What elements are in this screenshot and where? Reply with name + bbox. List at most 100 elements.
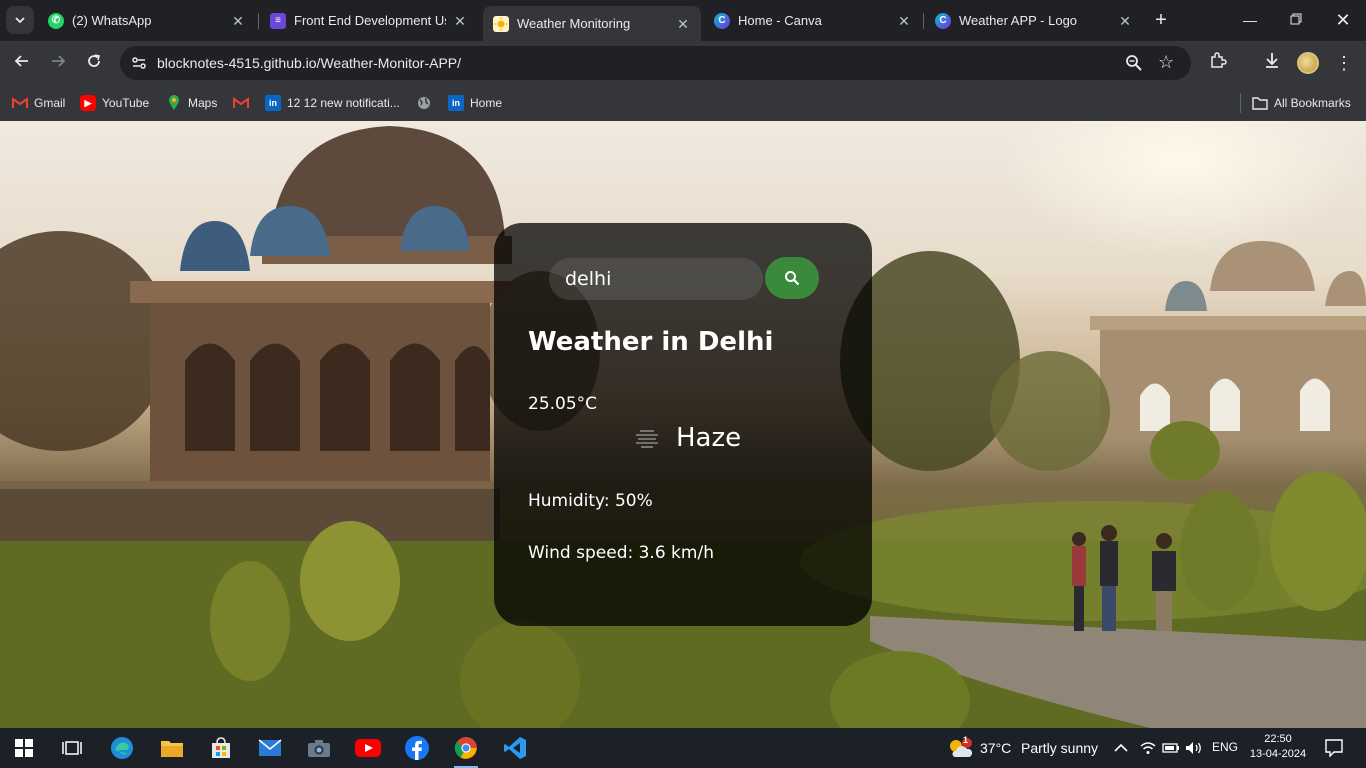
store-icon xyxy=(212,737,230,758)
facebook-app[interactable] xyxy=(403,734,431,762)
tab-weather-monitoring[interactable]: Weather Monitoring ✕ xyxy=(483,6,701,41)
tab-weather-logo[interactable]: C Weather APP - Logo ✕ xyxy=(925,6,1143,35)
weather-card: Weather in Delhi 25.05°C Haze Humidity: … xyxy=(494,223,872,626)
chevron-up-icon xyxy=(1114,743,1128,752)
extensions-icon[interactable] xyxy=(1206,51,1230,75)
chrome-app[interactable] xyxy=(452,734,480,768)
condition-row: Haze xyxy=(632,423,741,453)
bookmark-maps[interactable]: Maps xyxy=(166,93,217,113)
task-view-icon xyxy=(62,741,82,755)
download-icon[interactable] xyxy=(1260,51,1284,75)
task-view-button[interactable] xyxy=(58,734,86,762)
vscode-icon xyxy=(504,737,526,759)
camera-icon xyxy=(308,740,330,757)
menu-kebab-icon[interactable]: ⋮ xyxy=(1332,51,1356,75)
mail-icon xyxy=(258,739,282,756)
tab-search-button[interactable] xyxy=(6,6,34,34)
bookmark-gmail-2[interactable] xyxy=(233,93,255,113)
close-icon[interactable]: ✕ xyxy=(896,13,912,29)
weather-widget-text[interactable]: Partly sunny xyxy=(1021,740,1098,756)
globe-icon xyxy=(416,95,432,111)
close-icon[interactable]: ✕ xyxy=(1117,13,1133,29)
bookmark-youtube[interactable]: ▶ YouTube xyxy=(80,93,149,113)
partly-sunny-icon xyxy=(950,738,973,757)
vscode-app[interactable] xyxy=(501,734,529,762)
notification-icon xyxy=(1325,739,1343,757)
chevron-down-icon xyxy=(15,17,25,24)
search-button[interactable] xyxy=(765,257,819,299)
store-app[interactable] xyxy=(207,734,235,762)
windows-icon xyxy=(15,739,33,757)
whatsapp-icon: ✆ xyxy=(48,12,64,29)
bookmark-globe[interactable] xyxy=(416,93,438,113)
close-icon[interactable]: ✕ xyxy=(452,13,468,29)
wind-speed-value: Wind speed: 3.6 km/h xyxy=(528,543,714,563)
clock[interactable]: 22:50 13-04-2024 xyxy=(1248,732,1308,762)
bookmark-label: All Bookmarks xyxy=(1274,96,1351,110)
battery-button[interactable] xyxy=(1159,734,1183,762)
camera-app[interactable] xyxy=(305,734,333,762)
bookmarks-bar: Gmail ▶ YouTube Maps in 12 12 new notifi… xyxy=(0,85,1366,121)
tab-front-end[interactable]: ≡ Front End Development Using ✕ xyxy=(260,6,478,35)
tab-title: Weather APP - Logo xyxy=(959,13,1078,28)
chrome-icon xyxy=(454,737,477,759)
notification-center-button[interactable] xyxy=(1320,734,1348,762)
bookmark-label: Home xyxy=(470,96,503,110)
show-hidden-icons-button[interactable] xyxy=(1109,734,1133,762)
weather-widget-icon[interactable] xyxy=(946,734,974,762)
bookmark-gmail[interactable]: Gmail xyxy=(12,93,65,113)
youtube-app[interactable] xyxy=(354,734,382,762)
profile-avatar[interactable] xyxy=(1297,52,1319,74)
edge-app[interactable] xyxy=(108,734,136,762)
mail-app[interactable] xyxy=(256,734,284,762)
arrow-left-icon xyxy=(14,55,28,67)
restore-icon xyxy=(1290,13,1302,25)
weather-condition: Haze xyxy=(676,423,742,453)
restore-button[interactable] xyxy=(1286,10,1306,30)
address-bar[interactable]: blocknotes-4515.github.io/Weather-Monito… xyxy=(120,46,1191,80)
windows-taskbar: 1 37°C Partly sunny ENG 22:50 13-04-2024 xyxy=(0,728,1366,768)
zoom-icon[interactable] xyxy=(1125,54,1143,77)
youtube-icon xyxy=(355,739,381,757)
network-button[interactable] xyxy=(1136,734,1160,762)
volume-button[interactable] xyxy=(1182,734,1206,762)
city-search-input[interactable] xyxy=(565,266,755,292)
url-text[interactable]: blocknotes-4515.github.io/Weather-Monito… xyxy=(157,55,461,71)
reload-button[interactable] xyxy=(82,51,106,75)
forward-button[interactable] xyxy=(46,51,70,75)
reload-icon xyxy=(88,54,100,67)
close-icon[interactable]: ✕ xyxy=(675,16,691,32)
tab-whatsapp[interactable]: ✆ (2) WhatsApp ✕ xyxy=(38,6,256,35)
arrow-right-icon xyxy=(52,55,66,67)
tab-title: Home - Canva xyxy=(738,13,822,28)
site-settings-icon[interactable] xyxy=(130,54,148,72)
start-button[interactable] xyxy=(10,734,38,762)
canva-icon: C xyxy=(714,12,730,29)
bookmark-label: Maps xyxy=(188,96,218,110)
file-explorer-app[interactable] xyxy=(158,734,186,762)
bookmark-label: YouTube xyxy=(102,96,150,110)
bookmark-star-icon[interactable]: ☆ xyxy=(1158,52,1174,73)
new-tab-button[interactable]: + xyxy=(1150,9,1172,31)
bookmark-linkedin-home[interactable]: in Home xyxy=(448,93,502,113)
input-language[interactable]: ENG xyxy=(1212,740,1238,754)
gmail-icon xyxy=(233,95,249,111)
folder-icon xyxy=(161,741,183,757)
tab-strip: ✆ (2) WhatsApp ✕ ≡ Front End Development… xyxy=(0,0,1366,41)
window-close-button[interactable]: ✕ xyxy=(1333,10,1353,30)
bookmark-linkedin-notifications[interactable]: in 12 12 new notificati... xyxy=(265,93,400,113)
linkedin-icon: in xyxy=(265,95,281,111)
weather-notification-badge: 1 xyxy=(963,735,969,745)
tab-title: Weather Monitoring xyxy=(517,16,631,31)
close-icon[interactable]: ✕ xyxy=(230,13,246,29)
tab-canva-home[interactable]: C Home - Canva ✕ xyxy=(704,6,922,35)
speaker-icon xyxy=(1186,742,1201,754)
gmail-icon xyxy=(12,95,28,111)
minimize-button[interactable]: — xyxy=(1240,10,1260,30)
battery-icon xyxy=(1162,743,1179,753)
tab-title: (2) WhatsApp xyxy=(72,13,152,28)
haze-icon xyxy=(636,430,658,448)
weather-widget-temp[interactable]: 37°C xyxy=(980,740,1011,756)
back-button[interactable] xyxy=(10,51,34,75)
all-bookmarks-folder[interactable]: All Bookmarks xyxy=(1252,93,1351,113)
